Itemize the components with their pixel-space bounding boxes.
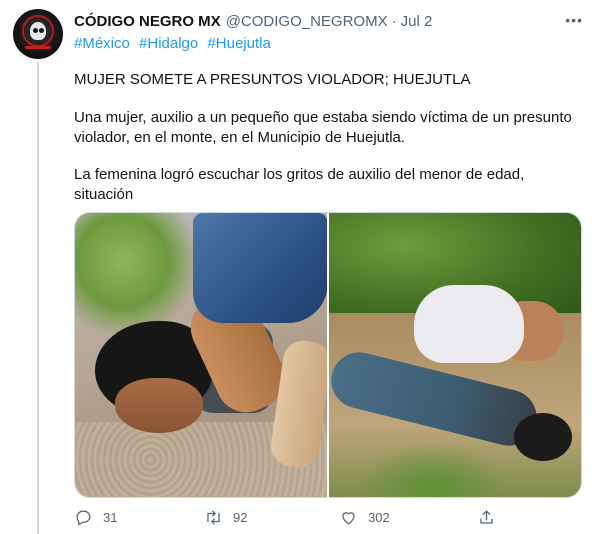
user-handle[interactable]: @CODIGO_NEGROMX bbox=[226, 13, 388, 30]
skull-eye-left bbox=[33, 28, 38, 33]
hashtag-hidalgo[interactable]: #Hidalgo bbox=[139, 35, 198, 52]
thread-connector-line bbox=[37, 62, 39, 534]
skull-eye-right bbox=[39, 28, 44, 33]
tweet-paragraph-1: Una mujer, auxilio a un pequeño que esta… bbox=[74, 109, 572, 146]
share-icon bbox=[480, 510, 493, 524]
display-name[interactable]: CÓDIGO NEGRO MX bbox=[74, 13, 221, 30]
reply-icon bbox=[76, 510, 91, 526]
photo-left-jeans bbox=[193, 213, 327, 323]
hashtag-mexico[interactable]: #México bbox=[74, 35, 130, 52]
tweet-date[interactable]: Jul 2 bbox=[401, 13, 433, 30]
tweet-paragraph-2: La femenina logró escuchar los gritos de… bbox=[74, 166, 525, 203]
photo-right-woman bbox=[414, 285, 524, 363]
avatar[interactable] bbox=[13, 9, 63, 59]
reply-count: 31 bbox=[103, 510, 118, 525]
photo-right[interactable] bbox=[329, 213, 581, 497]
action-bar: 31 92 302 bbox=[74, 506, 504, 534]
retweet-button[interactable]: 92 bbox=[204, 508, 247, 527]
hashtag-line: #México #Hidalgo #Huejutla bbox=[74, 35, 276, 52]
like-count: 302 bbox=[368, 510, 390, 525]
more-icon[interactable]: ••• bbox=[565, 12, 583, 28]
photo-left[interactable] bbox=[75, 213, 327, 497]
share-button[interactable] bbox=[477, 508, 496, 527]
reply-button[interactable]: 31 bbox=[74, 508, 117, 527]
retweet-icon bbox=[207, 510, 220, 525]
photo-right-grass bbox=[359, 442, 509, 497]
retweet-count: 92 bbox=[233, 510, 248, 525]
heart-icon bbox=[342, 512, 355, 525]
like-button[interactable]: 302 bbox=[339, 508, 390, 527]
tweet-headline: MUJER SOMETE A PRESUNTOS VIOLADOR; HUEJU… bbox=[74, 71, 471, 88]
header-separator: · bbox=[391, 12, 397, 30]
photo-left-plant bbox=[75, 213, 195, 333]
avatar-wordmark bbox=[25, 46, 51, 49]
media-gallery bbox=[74, 212, 582, 498]
hashtag-huejutla[interactable]: #Huejutla bbox=[207, 35, 270, 52]
photo-right-man-head bbox=[514, 413, 572, 461]
photo-left-face bbox=[115, 378, 203, 433]
tweet-header: CÓDIGO NEGRO MX @CODIGO_NEGROMX · Jul 2 … bbox=[74, 10, 583, 32]
